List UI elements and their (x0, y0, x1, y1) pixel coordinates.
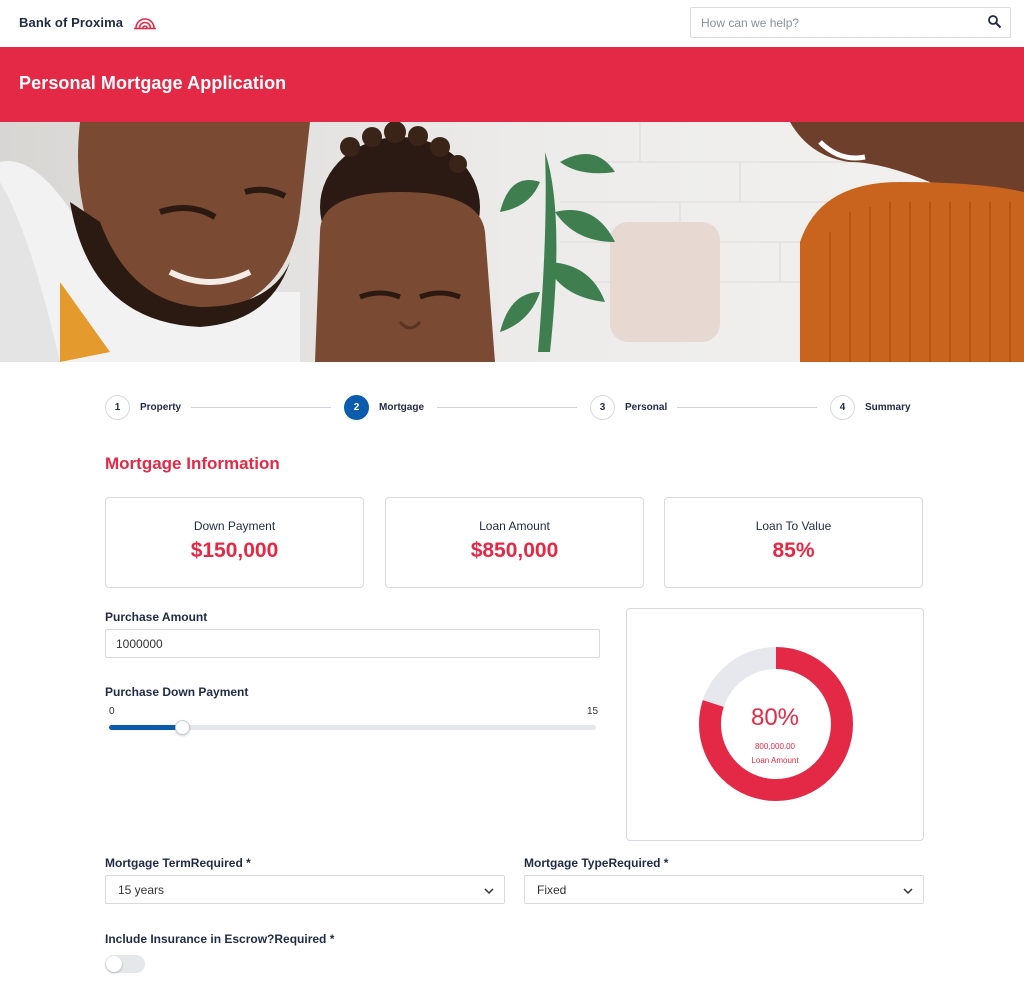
card-value: 85% (772, 539, 815, 562)
loan-amount-card: Loan Amount $850,000 (385, 497, 644, 588)
top-bar: Bank of Proxima (0, 0, 1024, 47)
step-connector (437, 407, 577, 408)
step-personal[interactable]: 3 Personal (590, 395, 667, 420)
page-title: Personal Mortgage Application (19, 73, 287, 93)
card-label: Loan Amount (479, 519, 550, 533)
section-title: Mortgage Information (105, 454, 280, 473)
step-number: 3 (590, 395, 615, 420)
step-label: Personal (625, 402, 668, 413)
slider-thumb[interactable] (175, 720, 190, 735)
select-value: 15 years (118, 883, 165, 897)
loan-to-value-card: Loan To Value 85% (664, 497, 923, 588)
card-label: Down Payment (193, 519, 276, 533)
down-payment-slider-label: Purchase Down Payment (105, 685, 249, 699)
donut-percent: 80% (750, 704, 800, 731)
step-number: 2 (344, 395, 369, 420)
step-connector (191, 407, 331, 408)
card-value: $150,000 (190, 539, 279, 562)
step-mortgage[interactable]: 2 Mortgage (344, 395, 424, 420)
step-label: Property (140, 402, 182, 413)
card-value: $850,000 (470, 539, 559, 562)
page-header: Personal Mortgage Application (0, 47, 1024, 122)
escrow-toggle[interactable] (105, 955, 145, 973)
step-summary[interactable]: 4 Summary (830, 395, 911, 420)
card-label: Loan To Value (755, 519, 832, 533)
loan-amount-donut-card: 80% 800,000.00 Loan Amount (626, 608, 924, 841)
hero-family-photo (0, 122, 1024, 362)
step-property[interactable]: 1 Property (105, 395, 181, 420)
search-icon[interactable] (987, 14, 1003, 30)
step-connector (677, 407, 817, 408)
brand-logo-icon (134, 17, 157, 29)
purchase-amount-label: Purchase Amount (105, 610, 208, 624)
chevron-down-icon (903, 888, 913, 895)
chevron-down-icon (484, 888, 494, 895)
slider-fill (109, 725, 182, 730)
brand-logo[interactable]: Bank of Proxima (19, 15, 157, 30)
slider-min-label: 0 (109, 706, 115, 717)
family-photo-icon (0, 122, 1024, 362)
step-label: Summary (865, 402, 911, 413)
step-number: 4 (830, 395, 855, 420)
donut-caption: Loan Amount (751, 756, 799, 765)
progress-stepper: 1 Property 2 Mortgage 3 Personal 4 Summa… (105, 395, 923, 421)
toggle-knob (106, 956, 122, 972)
search-input[interactable] (691, 8, 981, 37)
down-payment-card: Down Payment $150,000 (105, 497, 364, 588)
select-value: Fixed (537, 883, 567, 897)
down-payment-slider[interactable] (109, 720, 596, 735)
slider-max-label: 15 (587, 706, 599, 717)
mortgage-type-label: Mortgage TypeRequired * (524, 856, 669, 870)
mortgage-term-select[interactable]: 15 years (105, 875, 505, 904)
brand-name: Bank of Proxima (19, 15, 124, 30)
mortgage-type-select[interactable]: Fixed (524, 875, 924, 904)
step-number: 1 (105, 395, 130, 420)
donut-amount: 800,000.00 (754, 742, 796, 751)
mortgage-term-label: Mortgage TermRequired * (105, 856, 251, 870)
purchase-amount-input[interactable] (105, 629, 600, 658)
escrow-label: Include Insurance in Escrow?Required * (105, 932, 335, 946)
search-box (690, 7, 1011, 38)
step-label: Mortgage (379, 402, 424, 413)
